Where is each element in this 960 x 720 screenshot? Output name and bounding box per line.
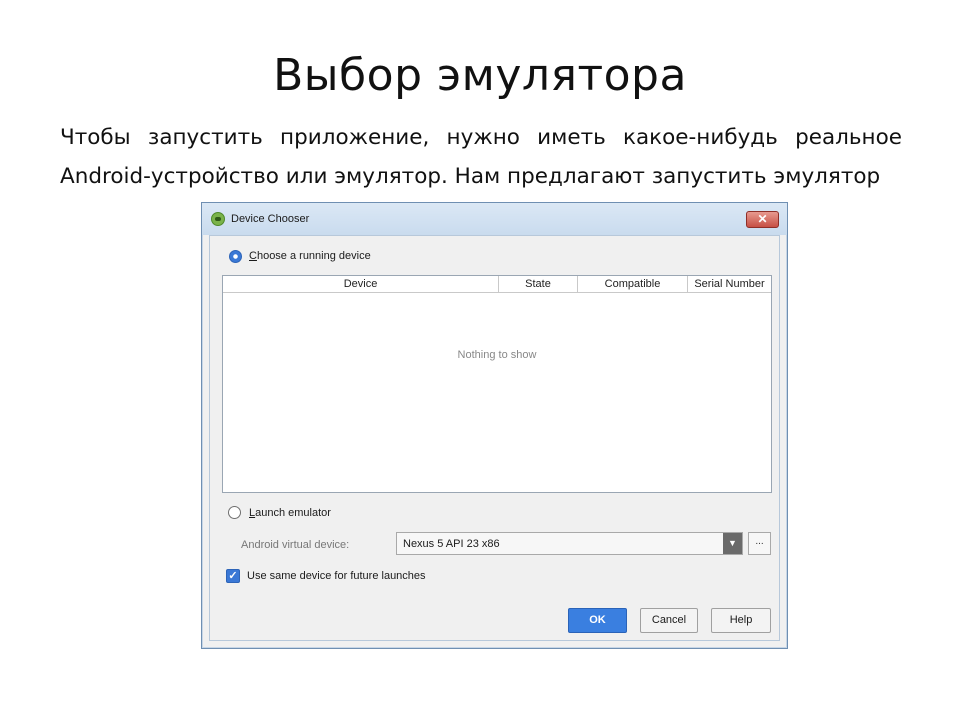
close-button[interactable]: ✕ — [746, 211, 779, 228]
device-chooser-dialog: Device Chooser ✕ Choose a running device… — [201, 202, 788, 649]
browse-avd-button[interactable]: ... — [748, 532, 771, 555]
dialog-title: Device Chooser — [231, 213, 310, 225]
avd-label: Android virtual device: — [241, 539, 350, 551]
android-studio-icon — [211, 212, 225, 226]
device-table-header: Device State Compatible Serial Number — [223, 276, 771, 293]
device-table: Device State Compatible Serial Number No… — [222, 275, 772, 493]
column-header-serial-number[interactable]: Serial Number — [688, 276, 771, 292]
chevron-down-icon[interactable]: ▼ — [723, 533, 742, 554]
column-header-compatible[interactable]: Compatible — [578, 276, 688, 292]
help-button[interactable]: Help — [711, 608, 771, 633]
choose-running-device-label[interactable]: Choose a running device — [249, 250, 371, 262]
slide-title: Выбор эмулятора — [273, 50, 687, 101]
avd-selected-value: Nexus 5 API 23 x86 — [403, 538, 500, 550]
same-device-label[interactable]: Use same device for future launches — [247, 570, 426, 582]
dialog-titlebar[interactable]: Device Chooser ✕ — [202, 203, 787, 235]
column-header-state[interactable]: State — [499, 276, 578, 292]
dialog-content: Choose a running device Device State Com… — [209, 235, 780, 641]
slide-body-text: Чтобы запустить приложение, нужно иметь … — [60, 125, 902, 189]
launch-emulator-label[interactable]: Launch emulator — [249, 507, 331, 519]
cancel-button[interactable]: Cancel — [640, 608, 698, 633]
empty-table-message: Nothing to show — [457, 349, 537, 361]
ok-button[interactable]: OK — [568, 608, 627, 633]
radio-choose-running-device[interactable] — [229, 250, 242, 263]
avd-select[interactable]: Nexus 5 API 23 x86 ▼ — [396, 532, 743, 555]
same-device-checkbox[interactable]: ✓ — [226, 569, 240, 583]
radio-launch-emulator[interactable] — [228, 506, 241, 519]
column-header-device[interactable]: Device — [223, 276, 499, 292]
